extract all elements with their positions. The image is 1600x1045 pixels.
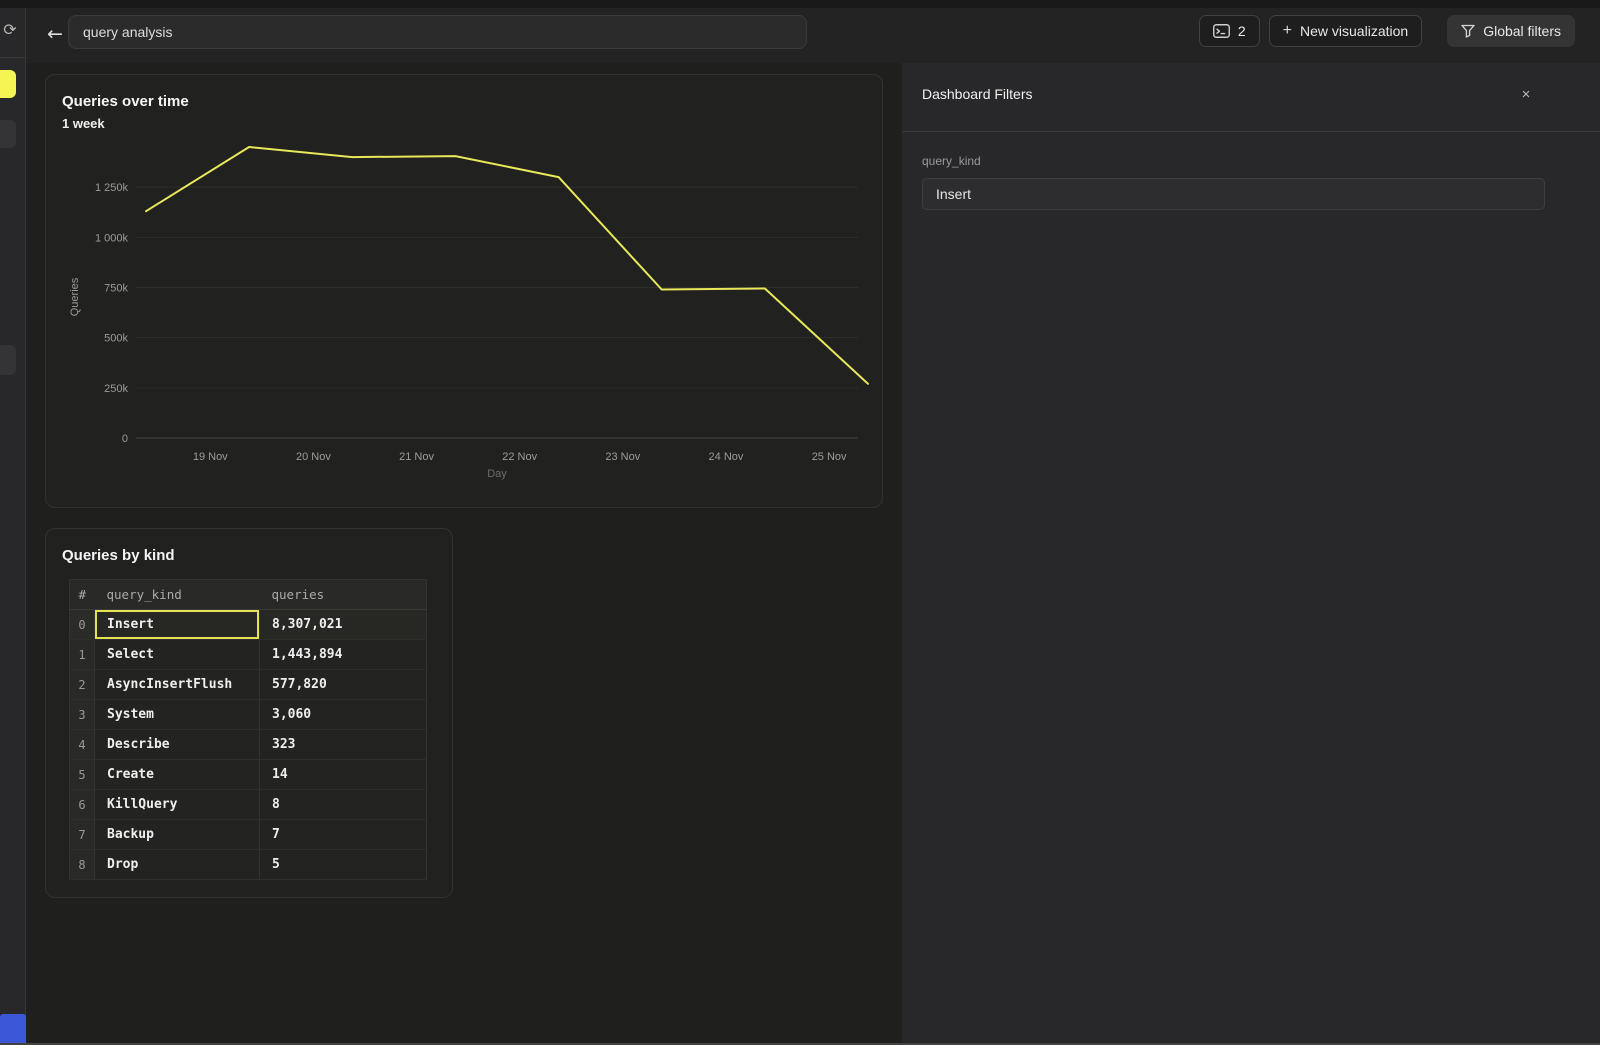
y-tick-label: 250k [104,383,128,395]
global-filters-label: Global filters [1483,23,1561,39]
table-title: Queries by kind [62,547,175,564]
cell-query-kind[interactable]: System [95,700,260,730]
row-index: 5 [70,760,95,790]
close-icon[interactable]: × [1514,82,1538,106]
filters-panel-title: Dashboard Filters [922,86,1033,102]
chart-title: Queries over time [62,93,189,110]
table-row: 5Create14 [70,760,427,790]
console-count-button[interactable]: 2 [1199,15,1260,47]
table-row: 1Select1,443,894 [70,640,427,670]
back-button[interactable]: ← [40,17,70,51]
x-axis-title: Day [487,468,507,480]
y-tick-label: 500k [104,333,128,345]
filter-field-label: query_kind [922,154,981,168]
top-bar: ← 2 + New visualization Global filters [26,8,1600,63]
x-tick-label: 25 Nov [812,451,847,463]
series-line-queries [146,147,868,384]
y-tick-label: 1 250k [95,182,129,194]
cell-query-kind[interactable]: AsyncInsertFlush [95,670,260,700]
row-index: 2 [70,670,95,700]
sidebar-item[interactable] [0,345,16,375]
funnel-icon [1461,24,1475,38]
chart-subtitle: 1 week [62,116,105,131]
y-axis-title: Queries [69,277,81,316]
table-card: Queries by kind #query_kindqueries 0Inse… [45,528,453,898]
x-tick-label: 22 Nov [502,451,537,463]
left-sidebar: ⟳ [0,8,26,1045]
x-tick-label: 20 Nov [296,451,331,463]
cell-query-kind[interactable]: Create [95,760,260,790]
table-row: 2AsyncInsertFlush577,820 [70,670,427,700]
dashboard-filters-panel: Dashboard Filters × query_kind [902,63,1600,1045]
queries-by-kind-table: #query_kindqueries 0Insert8,307,0211Sele… [69,579,427,880]
top-bar-actions: 2 + New visualization Global filters [1199,15,1575,47]
new-visualization-button[interactable]: + New visualization [1269,15,1423,47]
query-kind-filter-input[interactable] [922,178,1545,210]
x-tick-label: 19 Nov [193,451,228,463]
row-index: 4 [70,730,95,760]
sidebar-item-active[interactable] [0,70,16,98]
row-index: 8 [70,850,95,880]
table-row: 7Backup7 [70,820,427,850]
cell-query-kind[interactable]: Insert [95,610,260,640]
terminal-icon [1213,24,1230,38]
cell-queries[interactable]: 1,443,894 [260,640,427,670]
table-row: 6KillQuery8 [70,790,427,820]
chart-card: Queries over time 1 week 0 250k 500k 750k 1 … [45,74,883,508]
app-window: ⟳ ← 2 + New visualization [0,0,1600,1045]
column-header[interactable]: # [70,580,95,610]
cell-queries[interactable]: 14 [260,760,427,790]
window-top-edge [0,0,1600,8]
cell-queries[interactable]: 3,060 [260,700,427,730]
profile-avatar[interactable] [0,1014,26,1045]
cell-query-kind[interactable]: KillQuery [95,790,260,820]
sidebar-divider [0,57,25,58]
y-tick-label: 1 000k [95,232,129,244]
table-row: 0Insert8,307,021 [70,610,427,640]
x-tick-label: 21 Nov [399,451,434,463]
plus-icon: + [1283,23,1292,39]
table-row: 8Drop5 [70,850,427,880]
console-count: 2 [1238,23,1246,39]
cell-query-kind[interactable]: Backup [95,820,260,850]
row-index: 3 [70,700,95,730]
sidebar-item[interactable] [0,120,16,148]
table-row: 4Describe323 [70,730,427,760]
queries-line-chart[interactable]: 0 250k 500k 750k 1 000k 1 250k 19 Nov 20 Nov 21 … [46,75,884,509]
table-row: 3System3,060 [70,700,427,730]
cell-queries[interactable]: 8,307,021 [260,610,427,640]
cell-queries[interactable]: 5 [260,850,427,880]
row-index: 1 [70,640,95,670]
row-index: 0 [70,610,95,640]
row-index: 7 [70,820,95,850]
cell-queries[interactable]: 8 [260,790,427,820]
dashboard-title-input[interactable] [68,15,807,49]
panel-divider [902,131,1600,132]
new-visualization-label: New visualization [1300,23,1408,39]
cell-query-kind[interactable]: Select [95,640,260,670]
refresh-icon[interactable]: ⟳ [0,20,23,40]
x-tick-label: 23 Nov [605,451,640,463]
cell-queries[interactable]: 323 [260,730,427,760]
cell-query-kind[interactable]: Drop [95,850,260,880]
cell-query-kind[interactable]: Describe [95,730,260,760]
dashboard-canvas: Queries over time 1 week 0 250k 500k 750k 1 … [27,63,902,1045]
column-header[interactable]: queries [260,580,427,610]
column-header[interactable]: query_kind [95,580,260,610]
row-index: 6 [70,790,95,820]
cell-queries[interactable]: 577,820 [260,670,427,700]
y-tick-label: 750k [104,283,128,295]
x-tick-label: 24 Nov [709,451,744,463]
y-tick-label: 0 [122,433,128,445]
cell-queries[interactable]: 7 [260,820,427,850]
global-filters-button[interactable]: Global filters [1447,15,1575,47]
